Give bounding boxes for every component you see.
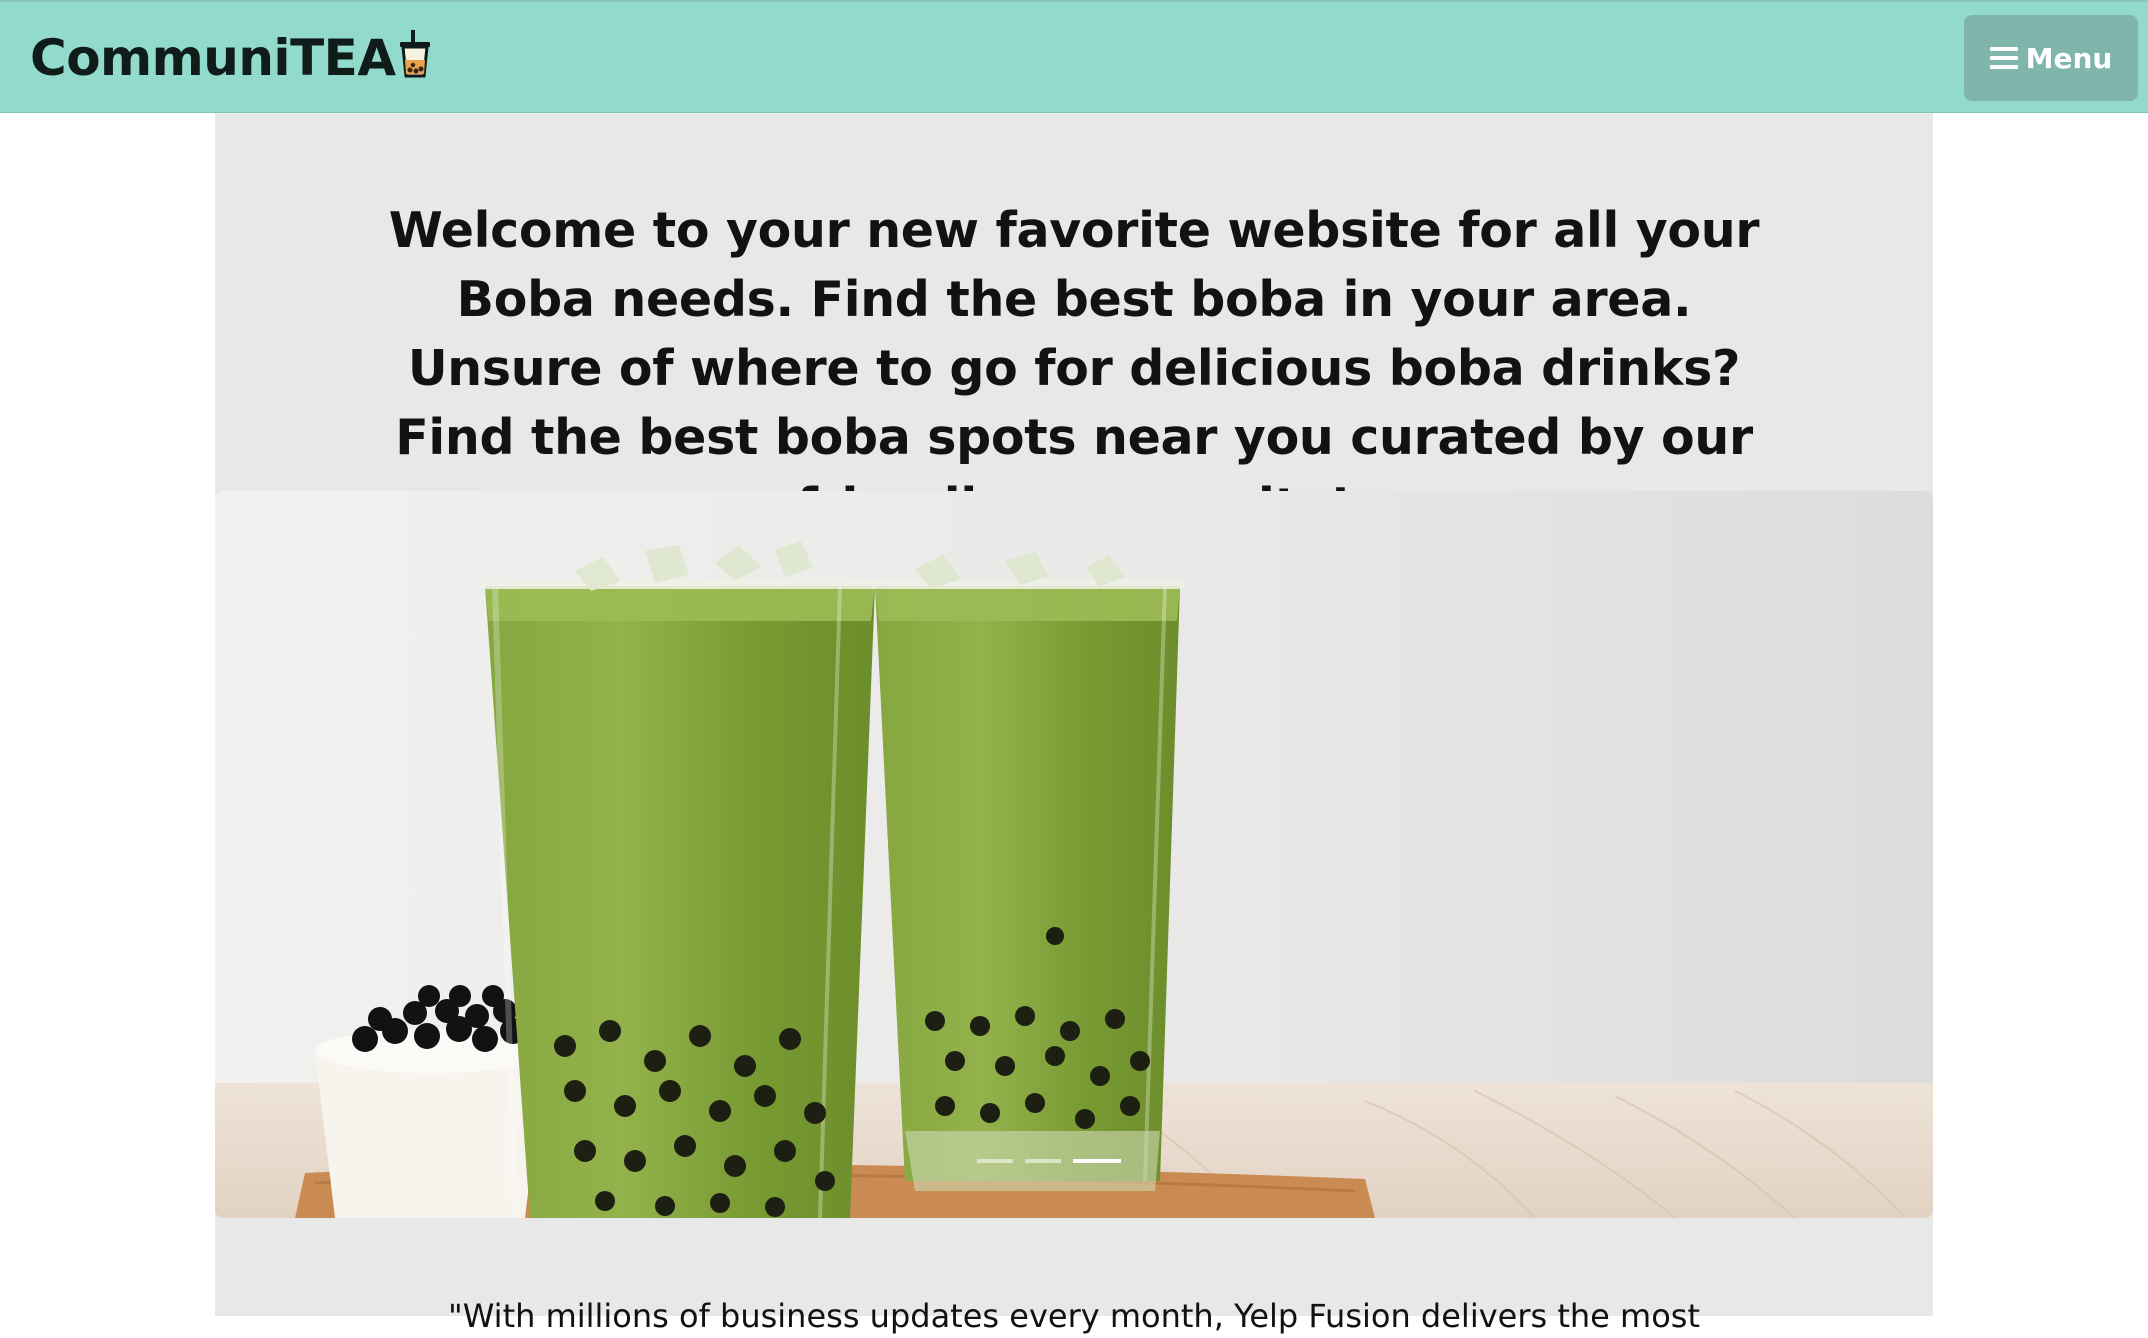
- navbar: CommuniTEA Menu: [0, 0, 2148, 113]
- menu-label: Menu: [2025, 41, 2113, 75]
- hamburger-icon: [1989, 47, 2018, 69]
- carousel-indicator-3[interactable]: [1073, 1159, 1121, 1163]
- matcha-bubble-tea-photo: [215, 491, 1933, 1218]
- carousel-indicators: [977, 1159, 1121, 1163]
- brand-logo[interactable]: CommuniTEA: [30, 28, 432, 88]
- carousel-indicator-1[interactable]: [977, 1159, 1013, 1163]
- intro-text: Welcome to your new favorite website for…: [388, 201, 1760, 535]
- boba-cup-icon: [399, 30, 430, 78]
- menu-button[interactable]: Menu: [1964, 15, 2138, 101]
- image-carousel[interactable]: [215, 491, 1933, 1218]
- brand-name: CommuniTEA: [30, 29, 396, 87]
- yelp-quote: "With millions of business updates every…: [448, 1297, 1700, 1335]
- carousel-indicator-2[interactable]: [1025, 1159, 1061, 1163]
